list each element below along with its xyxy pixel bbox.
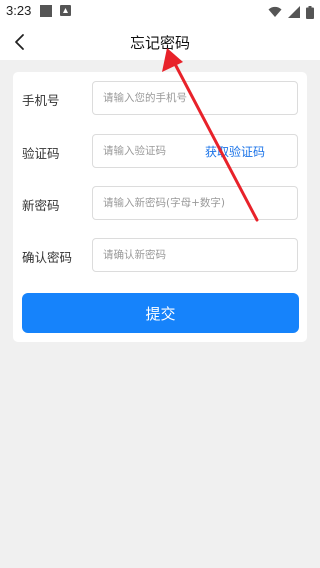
- app-notification-icon: [60, 5, 71, 16]
- notification-icon: [40, 5, 52, 17]
- app-header: 忘记密码: [0, 24, 320, 60]
- confirm-password-row: 确认密码: [13, 238, 307, 274]
- code-row: 验证码 获取验证码: [13, 134, 307, 170]
- confirm-password-label: 确认密码: [22, 250, 73, 265]
- code-input[interactable]: [92, 134, 298, 168]
- confirm-password-input[interactable]: [92, 238, 298, 272]
- get-code-button[interactable]: 获取验证码: [205, 143, 265, 160]
- phone-input[interactable]: [92, 81, 298, 115]
- new-password-row: 新密码: [13, 186, 307, 222]
- code-label: 验证码: [22, 146, 60, 161]
- phone-row: 手机号: [13, 81, 307, 117]
- wifi-icon: [268, 6, 282, 17]
- forgot-password-form: 手机号 验证码 获取验证码 新密码 确认密码 提交: [13, 72, 307, 342]
- status-indicators: [268, 5, 314, 19]
- submit-button[interactable]: 提交: [22, 293, 299, 333]
- page-title: 忘记密码: [129, 34, 190, 52]
- phone-label: 手机号: [22, 93, 60, 108]
- new-password-input[interactable]: [92, 186, 298, 220]
- battery-icon: [306, 5, 314, 19]
- signal-icon: [288, 6, 300, 18]
- status-time: 3:23: [6, 3, 32, 18]
- status-bar: 3:23: [0, 0, 320, 24]
- new-password-label: 新密码: [22, 198, 60, 213]
